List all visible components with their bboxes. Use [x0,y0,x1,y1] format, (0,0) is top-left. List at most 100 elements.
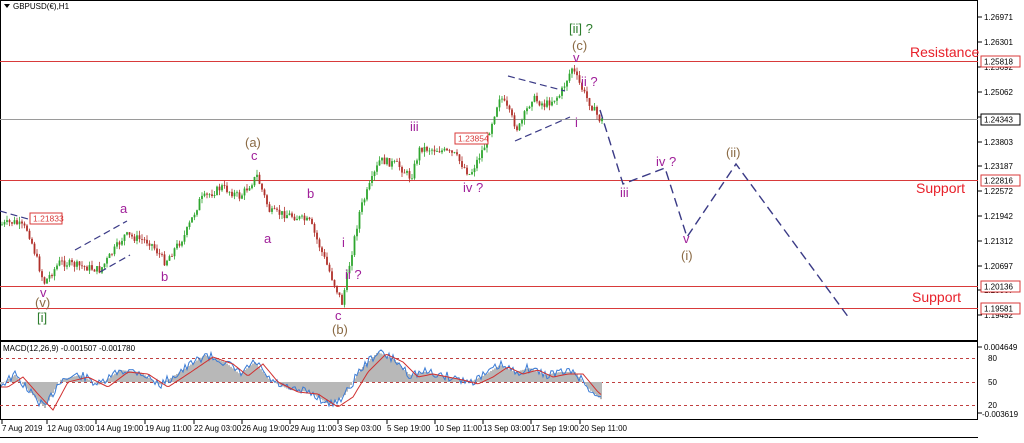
candle-body [561,87,563,96]
candle-body [433,149,436,152]
candle-body [506,100,508,106]
price-axis-label: 1.21942 [984,212,1013,221]
candle-body [421,147,423,152]
candle-body [513,115,516,127]
candle-body [426,146,428,151]
price-box-left: 1.21833 [29,212,64,225]
time-axis-label: 17 Sep 19:00 [531,424,579,433]
candle-body [83,266,86,267]
trend-line-left [0,210,29,220]
tag-support-upper-text: 1.22816 [984,177,1013,186]
wave-label-ii-mid: ii ? [345,267,362,282]
candle-body [403,172,406,174]
candle-body [566,80,568,87]
candle-body [273,208,276,210]
candle-body [286,215,288,219]
wave-label-i-mid: i [342,235,345,250]
candle-body [491,123,493,134]
candle-body [131,234,133,237]
candle-body [303,215,306,221]
candle-body [13,220,16,224]
candle-body [188,222,191,228]
candle-body [383,157,386,165]
triangle-upper-line [507,75,566,92]
candle-body [106,258,108,264]
candle-body [171,256,173,257]
candle-body [543,103,546,107]
candle-body [318,239,321,248]
candle-body [596,106,598,115]
candle-body [261,183,263,190]
price-axis-label: 1.21312 [984,237,1013,246]
candle-body [141,239,143,240]
candle-body [206,193,208,195]
candle-body [343,290,346,305]
candle-body [588,98,591,106]
candle-body [173,248,176,257]
candle-body [453,152,456,154]
candle-body [176,243,178,249]
candle-body [323,252,326,257]
candle-body [38,256,41,272]
candle-body [118,242,121,245]
candle-body [471,172,473,175]
candle-body [451,150,453,153]
candle-body [218,186,221,191]
wave-label-b-left: b [161,269,168,284]
candle-body [16,220,18,225]
tag-support-lower-text: 1.19581 [984,305,1013,314]
price-axis-label: 1.25062 [984,88,1013,97]
candle-body [493,116,496,124]
wave-label-c-bottom: c [335,308,342,323]
macd-axis: 0.004649 80 50 20 -0.003619 [978,343,1019,419]
candle-body [436,151,438,152]
time-axis[interactable]: 7 Aug 2019 12 Aug 03:00 14 Aug 19:00 19 Aug… [1,420,628,433]
time-axis-label: 29 Aug 11:00 [290,424,337,433]
candle-body [386,158,388,165]
candle-body [41,271,43,278]
candle-body [423,146,426,152]
candle-body [91,265,93,270]
candle-body [361,202,363,212]
candle-body [158,253,161,255]
candle-body [533,95,536,102]
macd-axis-50: 50 [988,378,997,387]
macd-axis-80: 80 [988,354,997,363]
candle-body [366,189,368,200]
candle-body [296,218,298,221]
price-axis-label: 1.26971 [984,13,1013,22]
candle-body [413,163,416,179]
wave-label-iv-q-proj: iv ? [656,154,676,169]
candle-body [223,185,226,187]
candle-body [438,151,441,153]
candle-body [6,220,8,222]
time-axis-label: 19 Aug 11:00 [145,424,192,433]
candle-body [483,147,486,151]
candle-body [306,217,308,221]
candle-body [393,160,396,162]
candle-body [126,232,128,235]
candle-body [68,260,71,266]
triangle-down-icon[interactable] [4,4,10,8]
wave-label-iii-proj: iii [620,185,629,200]
candle-body [271,208,273,212]
candle-body [231,191,233,197]
candle-body [401,167,403,173]
candle-body [591,105,593,111]
candle-body [81,265,83,267]
time-axis-label: 5 Sep 19:00 [387,424,431,433]
candle-body [541,103,543,106]
triangle-lower-line [514,116,571,142]
candle-body [166,260,168,266]
time-axis-label: 22 Aug 03:00 [194,424,242,433]
tag-current-text: 1.24343 [984,116,1013,125]
time-axis-label: 10 Sep 11:00 [435,424,483,433]
candle-body [201,195,203,199]
main-chart-frame [0,0,978,341]
candle-body [123,234,126,241]
candle-body [181,241,183,246]
candle-body [193,214,196,218]
price-chart[interactable]: GBPUSD(€),H1 1.21833 1.23854 [ii] ? (c) … [0,0,1024,438]
candle-body [511,109,513,116]
candle-body [516,126,518,131]
